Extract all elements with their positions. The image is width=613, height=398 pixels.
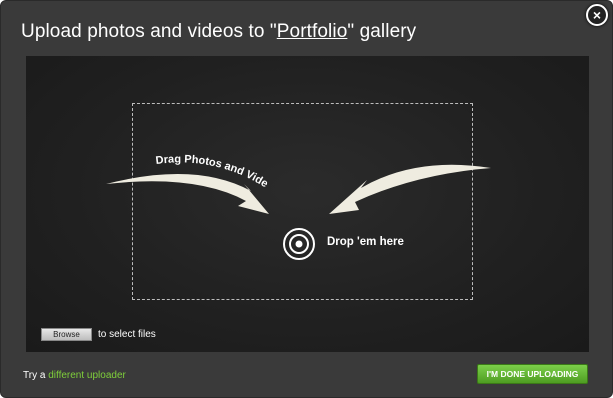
browse-row: Browse to select files	[41, 328, 156, 341]
target-icon	[283, 228, 315, 260]
drop-label: Drop 'em here	[327, 236, 404, 248]
try-text: Try a	[23, 370, 49, 381]
upload-dialog: Upload photos and videos to "Portfolio" …	[0, 0, 613, 398]
title-suffix: " gallery	[347, 21, 417, 42]
title-prefix: Upload photos and videos to "	[21, 21, 277, 42]
close-button[interactable]: ×	[586, 4, 608, 26]
different-uploader-link[interactable]: different uploader	[48, 370, 126, 381]
browse-button[interactable]: Browse	[41, 328, 92, 341]
drag-label: Drag Photos and Videos	[101, 146, 270, 190]
drag-label-path: Drag Photos and Videos	[101, 146, 270, 190]
right-arrow-icon	[329, 164, 491, 214]
close-icon: ×	[592, 7, 602, 23]
drop-panel[interactable]: Drag Photos and Videos Drop 'em here Bro…	[26, 56, 589, 352]
footer-alt-uploader: Try a different uploader	[23, 370, 126, 381]
browse-hint: to select files	[98, 329, 156, 340]
done-uploading-button[interactable]: I'M DONE UPLOADING	[477, 364, 588, 384]
gallery-name-link[interactable]: Portfolio	[277, 21, 348, 42]
dialog-title: Upload photos and videos to "Portfolio" …	[21, 21, 416, 43]
left-arrow-icon: Drag Photos and Videos	[101, 146, 270, 214]
